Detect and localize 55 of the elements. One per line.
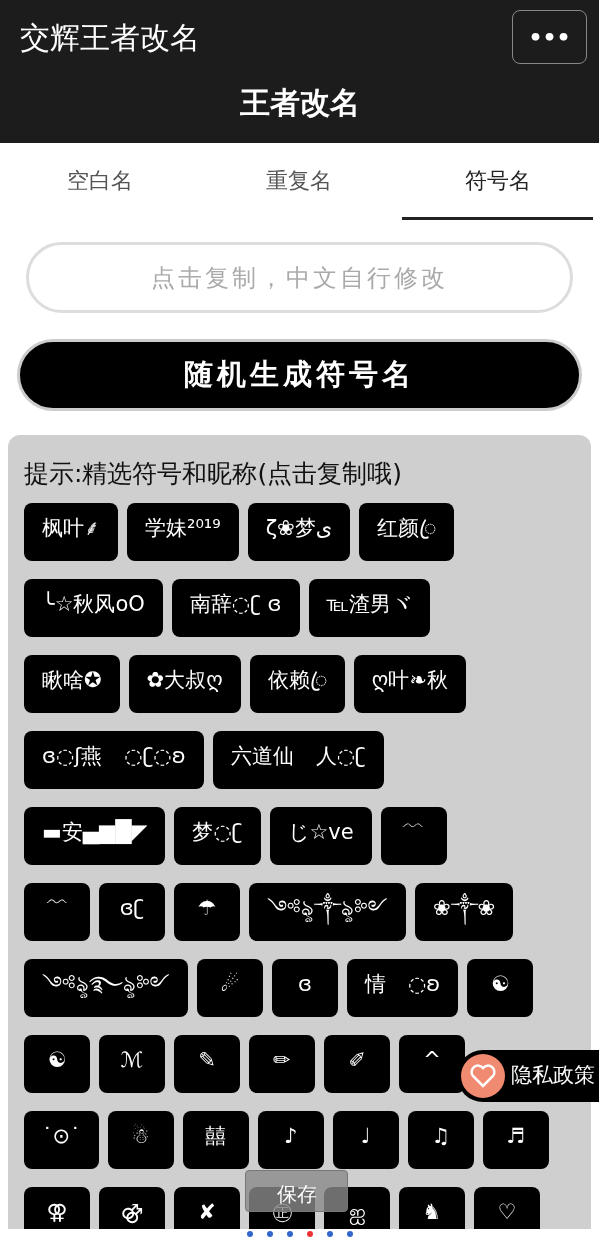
symbol-name-chip[interactable]: ﹌ xyxy=(24,882,90,941)
symbol-name-chip[interactable]: ˙⊙˙ xyxy=(24,1110,99,1169)
symbol-name-chip[interactable]: 梦◌ʗ xyxy=(174,806,261,865)
symbol-name-chip[interactable]: ♞ xyxy=(399,1186,465,1229)
symbol-name-chip[interactable]: ☄ xyxy=(197,958,263,1017)
tab[interactable]: 空白名 xyxy=(4,143,195,220)
symbol-name-chip[interactable]: 红颜ꦿ xyxy=(359,502,455,561)
symbol-name-chip[interactable]: ♫ xyxy=(407,1110,474,1169)
symbol-name-chip[interactable]: ☯ xyxy=(24,1034,90,1093)
symbol-name-chip[interactable]: ✎ xyxy=(174,1034,240,1093)
symbol-name-chip[interactable]: 南辞◌ʗ ɞ xyxy=(171,578,300,637)
hint-text: 提示:精选符号和昵称(点击复制哦) xyxy=(24,458,403,490)
symbol-name-chip[interactable]: じ☆ve xyxy=(269,806,372,865)
symbol-name-chip[interactable]: ༺ৡ࿐ৡ༻ xyxy=(24,958,188,1017)
symbol-name-chip[interactable]: 依赖ꦿ xyxy=(249,654,345,713)
symbol-name-chip[interactable]: ♡ xyxy=(474,1186,540,1229)
symbol-name-chip[interactable]: ღ叶❧秋 xyxy=(353,654,466,713)
symbol-name-chip[interactable]: ⚣ xyxy=(99,1186,165,1229)
symbol-name-chip[interactable]: ⚢ xyxy=(24,1186,90,1229)
more-button[interactable]: ••• xyxy=(512,10,587,64)
symbol-name-chip[interactable]: 瞅啥✪ xyxy=(24,654,120,713)
symbol-name-chip[interactable]: ▬安▄▆█◤ xyxy=(24,806,166,865)
symbol-name-chip[interactable]: ɞ xyxy=(272,958,338,1017)
symbol-name-chip[interactable]: ﹋ xyxy=(380,806,447,865)
symbol-name-chip[interactable]: ℡渣男ヾ xyxy=(308,578,431,637)
symbol-name-chip[interactable]: 情゙◌ʚ xyxy=(347,958,459,1017)
symbol-name-chip[interactable]: 枫叶⸙ xyxy=(24,502,118,561)
symbol-name-chip[interactable]: ℳ xyxy=(99,1034,165,1093)
page-title: 王者改名 xyxy=(239,84,360,122)
symbol-name-chip[interactable]: ☂ xyxy=(174,882,240,941)
symbol-name-chip[interactable]: ❀༒❀ xyxy=(415,882,514,941)
copy-field[interactable]: 点击复制，中文自行修改 xyxy=(26,242,573,313)
tab[interactable]: 重复名 xyxy=(203,143,394,220)
symbol-name-chip[interactable]: ɞ◌ʃ燕゙◌ʗ◌ʚ xyxy=(24,730,204,789)
symbol-name-chip[interactable]: ✏ xyxy=(249,1034,315,1093)
save-toast: 保存 xyxy=(245,1170,348,1212)
symbol-name-chip[interactable]: 囍 xyxy=(182,1110,249,1169)
symbol-name-chip[interactable]: ζ❀梦ی xyxy=(247,502,351,561)
symbol-name-chip[interactable]: ɞʗ xyxy=(99,882,165,941)
generate-button[interactable]: 随机生成符号名 xyxy=(17,339,582,411)
app-name: 交辉王者改名 xyxy=(20,18,200,57)
symbol-name-chip[interactable]: 六道仙゙人◌ʗ xyxy=(212,730,384,789)
symbol-name-chip[interactable]: ☃ xyxy=(107,1110,174,1169)
symbol-name-chip[interactable]: ༺ৡ༒ৡ༻ xyxy=(249,882,406,941)
symbol-name-chip[interactable]: ♩ xyxy=(332,1110,399,1169)
symbol-name-chip[interactable]: ╰☆秋风oO xyxy=(24,578,163,637)
symbol-name-chip[interactable]: ✿大叔ღ xyxy=(128,654,241,713)
symbol-name-chip[interactable]: ✘ xyxy=(174,1186,240,1229)
tab[interactable]: 符号名 xyxy=(402,143,593,220)
symbol-name-chip[interactable]: ☯ xyxy=(467,958,534,1017)
symbol-name-chip[interactable]: ♪ xyxy=(257,1110,324,1169)
symbol-name-chip[interactable]: ^ xyxy=(399,1034,465,1093)
symbol-name-chip[interactable]: 学妹²⁰¹⁹ xyxy=(127,502,239,561)
symbol-name-chip[interactable]: ♬ xyxy=(482,1110,549,1169)
symbol-name-chip[interactable]: ✐ xyxy=(324,1034,390,1093)
